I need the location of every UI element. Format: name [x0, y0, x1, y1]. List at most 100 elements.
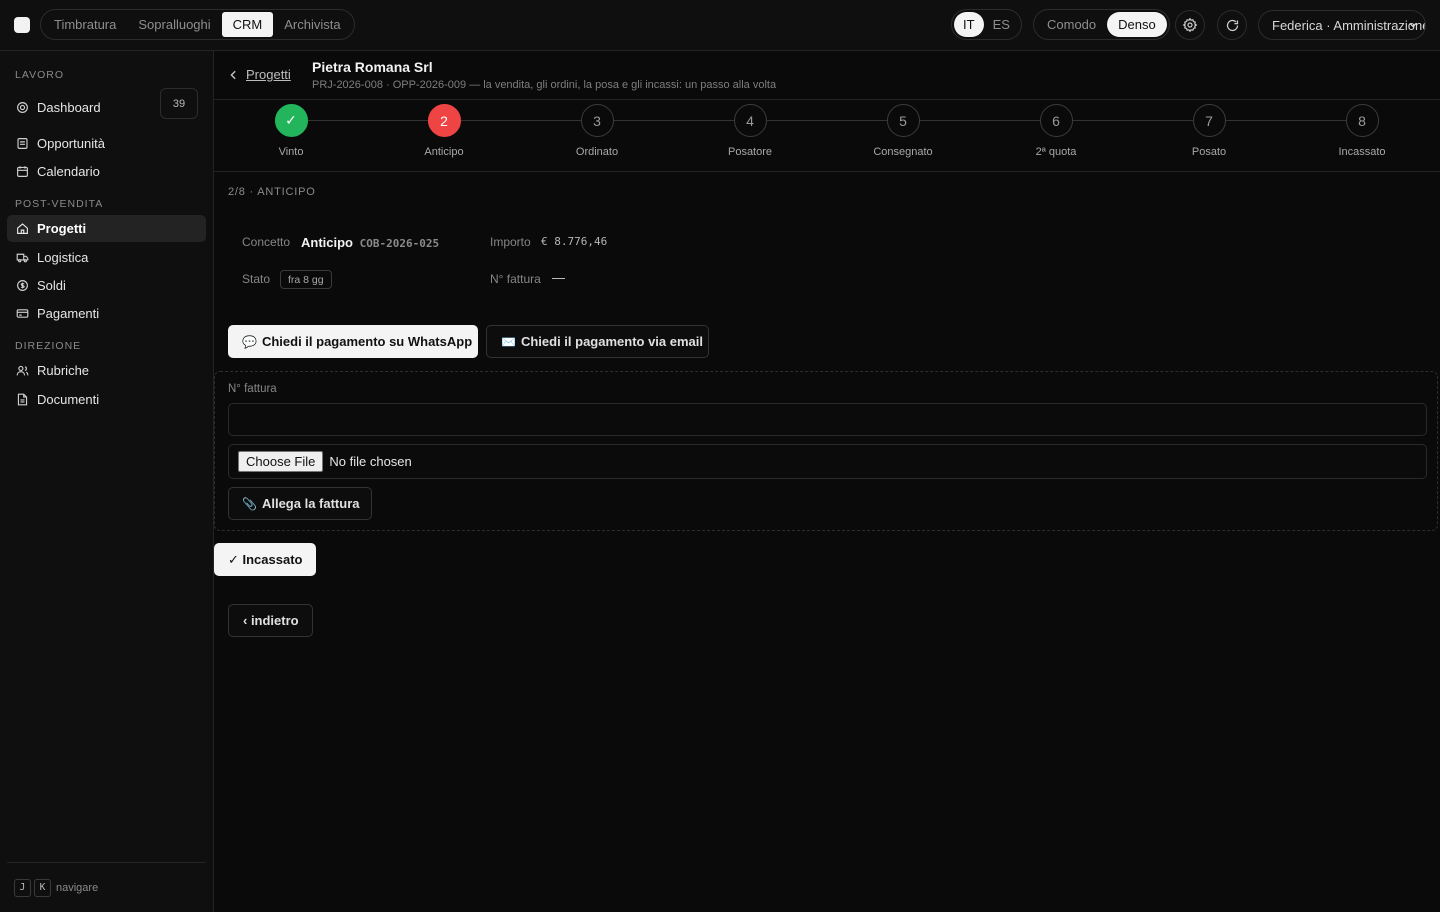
- step-label: Consegnato: [873, 146, 933, 158]
- density-switcher: Comodo Denso: [1033, 9, 1170, 40]
- file-picker[interactable]: Choose File No file chosen: [228, 444, 1427, 479]
- sidebar-item-label: Progetti: [37, 221, 87, 236]
- section-title-direzione: DIREZIONE: [15, 340, 82, 352]
- user-name: Federica · Amministrazione: [1272, 17, 1426, 33]
- step-number: 6: [1039, 104, 1073, 137]
- step-1[interactable]: ✓ Vinto: [241, 104, 341, 158]
- invoice-upload-panel: N° fattura Choose File No file chosen 📎 …: [214, 371, 1438, 531]
- sidebar-item-opportunita[interactable]: Opportunità: [7, 130, 206, 157]
- kbd-j: J: [14, 878, 31, 897]
- density-denso[interactable]: Denso: [1107, 12, 1167, 37]
- sidebar-item-progetti[interactable]: Progetti: [7, 215, 206, 242]
- invoice-number-input[interactable]: [228, 403, 1427, 436]
- whatsapp-button-label: Chiedi il pagamento su WhatsApp: [261, 334, 473, 349]
- sidebar-item-label: Calendario: [37, 164, 100, 179]
- attach-invoice-label: Allega la fattura: [261, 496, 360, 511]
- step-label: Posato: [1191, 146, 1227, 158]
- step-number: 8: [1345, 104, 1379, 137]
- concept-label: Concetto: [242, 235, 291, 249]
- amount-label: Importo: [490, 235, 531, 249]
- module-tab-timbratura[interactable]: Timbratura: [43, 12, 127, 37]
- whatsapp-payment-button[interactable]: 💬 Chiedi il pagamento su WhatsApp: [228, 325, 478, 358]
- language-it[interactable]: IT: [954, 12, 984, 37]
- document-icon: [16, 137, 29, 150]
- user-select[interactable]: Federica · Amministrazione: [1258, 10, 1426, 40]
- step-3[interactable]: 3 Ordinato: [547, 104, 647, 158]
- step-label: 2ª quota: [1035, 146, 1077, 158]
- card-icon: [16, 307, 29, 320]
- language-switcher: IT ES: [951, 9, 1022, 40]
- back-link-label: Progetti: [246, 67, 291, 82]
- step-number: 3: [580, 104, 614, 137]
- back-to-projects-link[interactable]: Progetti: [229, 67, 291, 82]
- step-label: Vinto: [278, 146, 304, 158]
- sidebar-item-label: Rubriche: [37, 363, 90, 378]
- sidebar-item-label: Opportunità: [37, 136, 105, 151]
- sidebar-item-dashboard[interactable]: Dashboard 39: [7, 88, 206, 121]
- progress-stepper: ✓ Vinto 2 Anticipo 3 Ordinato 4 Posatore 5 Conseg…: [214, 100, 1440, 172]
- section-title-post-vendita: POST-VENDITA: [15, 198, 104, 210]
- step-7[interactable]: 7 Posato: [1159, 104, 1259, 158]
- truck-icon: [16, 251, 29, 264]
- top-bar: Timbratura Sopralluoghi CRM Archivista I…: [0, 0, 1440, 51]
- sidebar-item-soldi[interactable]: Soldi: [7, 272, 206, 299]
- step-number: 2: [427, 104, 461, 137]
- back-button[interactable]: ‹ indietro: [228, 604, 313, 637]
- step-heading: 2/8 · ANTICIPO: [228, 186, 316, 198]
- mark-paid-button[interactable]: ✓ Incassato: [214, 543, 316, 576]
- keyboard-hint-label: navigare: [56, 881, 99, 894]
- invoice-field-label: N° fattura: [228, 383, 277, 395]
- file-icon: [16, 393, 29, 406]
- invoice-number-label: N° fattura: [490, 272, 541, 286]
- step-number: 7: [1192, 104, 1226, 137]
- contacts-icon: [16, 364, 29, 377]
- check-icon: ✓: [274, 104, 308, 137]
- keyboard-hint: J K navigare: [7, 862, 206, 912]
- settings-button[interactable]: [1175, 10, 1205, 40]
- module-tab-crm[interactable]: CRM: [221, 12, 274, 37]
- step-2[interactable]: 2 Anticipo: [394, 104, 494, 158]
- attach-invoice-button[interactable]: 📎 Allega la fattura: [228, 487, 372, 520]
- app-logo-icon[interactable]: [14, 17, 30, 33]
- step-8[interactable]: 8 Incassato: [1312, 104, 1412, 158]
- gear-icon: [1182, 17, 1198, 33]
- step-6[interactable]: 6 2ª quota: [1006, 104, 1106, 158]
- status-label: Stato: [242, 272, 271, 286]
- file-status: No file chosen: [329, 454, 412, 469]
- sidebar-item-documenti[interactable]: Documenti: [7, 386, 206, 413]
- step-5[interactable]: 5 Consegnato: [853, 104, 953, 158]
- module-tab-archivista[interactable]: Archivista: [273, 12, 351, 37]
- choose-file-button[interactable]: Choose File: [238, 451, 324, 472]
- sidebar-item-logistica[interactable]: Logistica: [7, 244, 206, 271]
- page-title: Pietra Romana Srl: [312, 59, 433, 75]
- email-payment-button[interactable]: ✉️ Chiedi il pagamento via email: [486, 325, 709, 358]
- sidebar-item-label: Logistica: [37, 250, 89, 265]
- sidebar-item-label: Dashboard: [37, 100, 101, 115]
- sidebar: LAVORO Dashboard 39 Opportunità Calendar…: [0, 51, 214, 912]
- sidebar-item-calendario[interactable]: Calendario: [7, 158, 206, 185]
- language-es[interactable]: ES: [984, 12, 1019, 37]
- section-title-lavoro: LAVORO: [15, 69, 64, 81]
- sidebar-item-pagamenti[interactable]: Pagamenti: [7, 300, 206, 327]
- concept-name: Anticipo: [301, 235, 353, 250]
- kbd-k: K: [34, 878, 51, 897]
- page-header: Progetti Pietra Romana Srl PRJ-2026-008 …: [214, 51, 1440, 100]
- sidebar-item-label: Soldi: [37, 278, 66, 293]
- concept-value: Anticipo COB-2026-025: [301, 235, 439, 250]
- invoice-number-value: —: [552, 270, 565, 285]
- refresh-button[interactable]: [1217, 10, 1247, 40]
- density-comodo[interactable]: Comodo: [1036, 12, 1107, 37]
- step-number: 5: [886, 104, 920, 137]
- sidebar-item-label: Pagamenti: [37, 306, 100, 321]
- module-tab-sopralluoghi[interactable]: Sopralluoghi: [127, 12, 221, 37]
- step-label: Anticipo: [424, 146, 464, 158]
- step-label: Posatore: [727, 146, 773, 158]
- main-content: Progetti Pietra Romana Srl PRJ-2026-008 …: [214, 51, 1440, 912]
- step-label: Ordinato: [575, 146, 619, 158]
- chevron-left-icon: [230, 70, 236, 79]
- step-number: 4: [733, 104, 767, 137]
- step-4[interactable]: 4 Posatore: [700, 104, 800, 158]
- calendar-icon: [16, 165, 29, 178]
- sidebar-item-rubriche[interactable]: Rubriche: [7, 357, 206, 384]
- amount-value: € 8.776,46: [541, 235, 608, 248]
